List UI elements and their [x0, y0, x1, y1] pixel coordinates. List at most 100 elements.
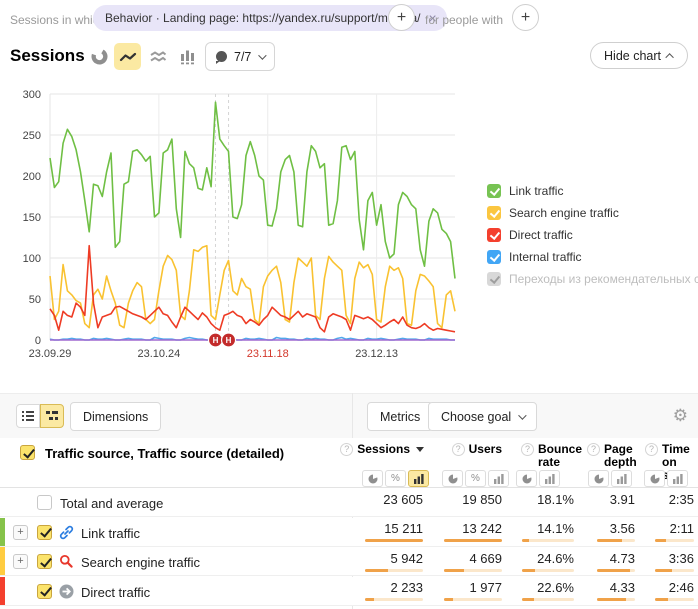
- value-bar: [522, 539, 574, 542]
- legend-checkbox-icon: [487, 272, 501, 286]
- value-bar: [365, 598, 423, 601]
- table-row-search-engine-traffic: + Search engine traffic 5 942 4 669 24.6…: [0, 547, 698, 576]
- value-bar: [444, 569, 502, 572]
- column-header-users[interactable]: ? Users: [442, 443, 502, 456]
- legend-label: Link traffic: [509, 184, 563, 198]
- chart-header: Sessions 7/7: [0, 40, 698, 76]
- time-on-site-value: 3:36: [669, 551, 694, 566]
- metrics-button[interactable]: Metrics: [367, 402, 433, 431]
- row-label[interactable]: Direct traffic: [81, 585, 150, 600]
- legend-item-recommender-systems[interactable]: Переходы из рекомендательных систем: [487, 268, 698, 290]
- percent-toggle-icon[interactable]: %: [385, 470, 406, 487]
- users-value: 13 242: [462, 521, 502, 536]
- dimensions-button[interactable]: Dimensions: [70, 402, 161, 431]
- legend-checkbox-icon: [487, 228, 501, 242]
- page-depth-value: 3.91: [610, 492, 635, 507]
- row-checkbox[interactable]: [37, 525, 52, 540]
- segment-filter-bar: Sessions in which Behavior · Landing pag…: [0, 0, 698, 40]
- sessions-in-which-label: Sessions in which: [10, 13, 105, 27]
- hide-chart-label: Hide chart: [604, 49, 661, 63]
- sessions-line-chart[interactable]: 05010015020025030023.09.2923.10.2423.11.…: [0, 82, 470, 367]
- column-header-sessions[interactable]: ? Sessions: [362, 443, 424, 456]
- legend-item-internal-traffic[interactable]: Internal traffic: [487, 246, 698, 268]
- pie-toggle-icon[interactable]: [516, 470, 537, 487]
- group-header-checkbox[interactable]: [20, 445, 35, 460]
- pie-chart-type-button[interactable]: [86, 43, 113, 70]
- row-label[interactable]: Search engine traffic: [81, 555, 200, 570]
- expand-row-button[interactable]: +: [13, 525, 28, 540]
- sessions-value: 15 211: [384, 521, 423, 536]
- help-icon[interactable]: ?: [452, 443, 465, 456]
- row-checkbox[interactable]: [37, 554, 52, 569]
- value-bar: [655, 539, 694, 542]
- table-toolbar: Dimensions Metrics Choose goal ⚙: [0, 393, 698, 438]
- row-checkbox[interactable]: [37, 584, 52, 599]
- add-people-filter-button[interactable]: +: [512, 4, 539, 31]
- column-label: Sessions: [357, 443, 410, 456]
- bar-toggle-icon[interactable]: [611, 470, 632, 487]
- users-value: 1 977: [469, 580, 502, 595]
- svg-text:100: 100: [23, 253, 41, 265]
- legend-label: Search engine traffic: [509, 206, 619, 220]
- svg-text:H: H: [213, 336, 219, 345]
- sessions-value: 2 233: [390, 580, 423, 595]
- legend-label: Direct traffic: [509, 228, 573, 242]
- add-session-filter-button[interactable]: +: [388, 4, 415, 31]
- legend-item-direct-traffic[interactable]: Direct traffic: [487, 224, 698, 246]
- chevron-down-icon: [518, 411, 526, 419]
- list-view-button[interactable]: [16, 404, 40, 428]
- expand-row-button[interactable]: +: [13, 554, 28, 569]
- value-bar: [597, 539, 635, 542]
- pie-toggle-icon[interactable]: [644, 470, 665, 487]
- svg-text:250: 250: [23, 130, 41, 142]
- row-label[interactable]: Link traffic: [81, 526, 140, 541]
- svg-text:300: 300: [23, 89, 41, 101]
- time-on-site-value: 2:35: [669, 492, 694, 507]
- segments-dropdown[interactable]: 7/7: [205, 42, 275, 71]
- tree-view-icon: [45, 409, 59, 423]
- hide-chart-button[interactable]: Hide chart: [590, 42, 688, 69]
- choose-goal-dropdown[interactable]: Choose goal: [428, 402, 537, 431]
- column-label: Users: [469, 443, 502, 456]
- legend-item-search-engine-traffic[interactable]: Search engine traffic: [487, 202, 698, 224]
- pie-toggle-icon[interactable]: [362, 470, 383, 487]
- legend-item-link-traffic[interactable]: Link traffic: [487, 180, 698, 202]
- legend-label: Переходы из рекомендательных систем: [509, 272, 698, 286]
- bounce-rate-value: 22.6%: [537, 580, 574, 595]
- bounce-rate-value: 24.6%: [537, 551, 574, 566]
- row-color-strip: [0, 547, 5, 575]
- page-depth-value: 3.56: [610, 521, 635, 536]
- filter-chip-text: Behavior · Landing page: https://yandex.…: [105, 11, 421, 25]
- bar-toggle-icon[interactable]: [408, 470, 429, 487]
- column-label: Page depth: [604, 443, 636, 469]
- line-chart-icon: [119, 48, 137, 66]
- svg-text:50: 50: [29, 294, 41, 306]
- percent-toggle-icon[interactable]: %: [465, 470, 486, 487]
- help-icon[interactable]: ?: [340, 443, 353, 456]
- pie-toggle-icon[interactable]: [442, 470, 463, 487]
- tree-view-button[interactable]: [40, 404, 64, 428]
- help-icon[interactable]: ?: [645, 443, 658, 456]
- time-on-site-display-toggles: [644, 470, 688, 487]
- search-engine-traffic-icon: [59, 554, 74, 569]
- column-header-bounce-rate[interactable]: ? Bounce rate: [516, 443, 576, 469]
- line-chart-type-button[interactable]: [114, 43, 141, 70]
- svg-text:H: H: [226, 336, 232, 345]
- row-checkbox[interactable]: [37, 495, 52, 510]
- donut-chart-icon: [91, 48, 108, 65]
- table-row-link-traffic: + Link traffic 15 211 13 242 14.1% 3.56 …: [0, 518, 698, 547]
- svg-text:0: 0: [35, 335, 41, 347]
- legend-checkbox-icon: [487, 206, 501, 220]
- bar-toggle-icon[interactable]: [539, 470, 560, 487]
- chart-legend: Link traffic Search engine traffic Direc…: [487, 180, 698, 290]
- help-icon[interactable]: ?: [587, 443, 600, 456]
- pie-toggle-icon[interactable]: [588, 470, 609, 487]
- bounce-rate-value: 14.1%: [537, 521, 574, 536]
- column-header-page-depth[interactable]: ? Page depth: [588, 443, 636, 469]
- area-chart-type-button[interactable]: [144, 43, 171, 70]
- bar-toggle-icon[interactable]: [488, 470, 509, 487]
- bar-toggle-icon[interactable]: [667, 470, 688, 487]
- help-icon[interactable]: ?: [521, 443, 534, 456]
- column-chart-type-button[interactable]: [174, 43, 201, 70]
- table-settings-gear-icon[interactable]: ⚙: [673, 406, 688, 426]
